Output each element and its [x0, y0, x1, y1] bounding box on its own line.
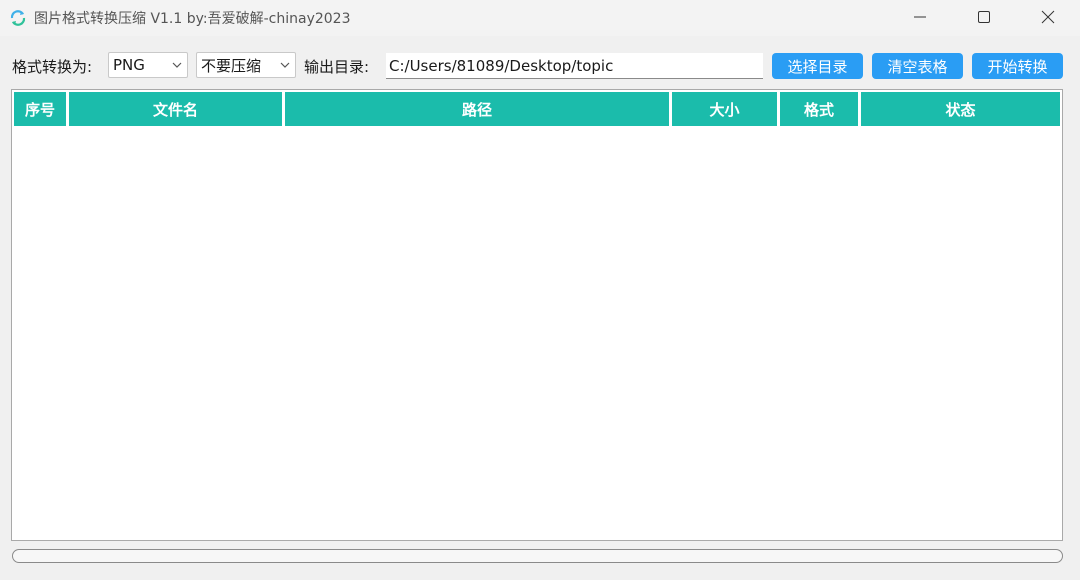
minimize-icon: [913, 9, 927, 28]
close-button[interactable]: [1016, 0, 1080, 36]
progress-bar: [12, 549, 1063, 563]
compress-select[interactable]: 不要压缩: [196, 52, 296, 78]
toolbar: 格式转换为: PNG 不要压缩 输出目录: 选择目录 清空表格 开始转换: [0, 52, 1080, 80]
refresh-icon: [8, 8, 28, 28]
start-convert-button[interactable]: 开始转换: [972, 53, 1063, 79]
title-bar: 图片格式转换压缩 V1.1 by:吾爱破解-chinay2023: [0, 0, 1080, 36]
column-header-status[interactable]: 状态: [861, 92, 1060, 126]
choose-dir-button[interactable]: 选择目录: [772, 53, 863, 79]
column-header-format[interactable]: 格式: [780, 92, 858, 126]
window-title: 图片格式转换压缩 V1.1 by:吾爱破解-chinay2023: [34, 11, 351, 27]
table-header: 序号 文件名 路径 大小 格式 状态: [14, 92, 1060, 126]
output-dir-input[interactable]: [386, 53, 763, 79]
maximize-icon: [977, 9, 991, 28]
clear-table-button[interactable]: 清空表格: [872, 53, 963, 79]
close-icon: [1041, 9, 1055, 28]
chevron-down-icon: [275, 62, 295, 68]
chevron-down-icon: [167, 62, 187, 68]
column-header-path[interactable]: 路径: [285, 92, 669, 126]
file-table[interactable]: 序号 文件名 路径 大小 格式 状态: [11, 89, 1063, 541]
maximize-button[interactable]: [952, 0, 1016, 36]
column-header-size[interactable]: 大小: [672, 92, 777, 126]
format-label: 格式转换为:: [12, 58, 93, 76]
output-dir-label: 输出目录:: [304, 58, 370, 76]
compress-select-value: 不要压缩: [201, 56, 262, 75]
format-select[interactable]: PNG: [108, 52, 188, 78]
column-header-index[interactable]: 序号: [14, 92, 66, 126]
format-select-value: PNG: [113, 56, 145, 74]
minimize-button[interactable]: [888, 0, 952, 36]
column-header-filename[interactable]: 文件名: [69, 92, 282, 126]
